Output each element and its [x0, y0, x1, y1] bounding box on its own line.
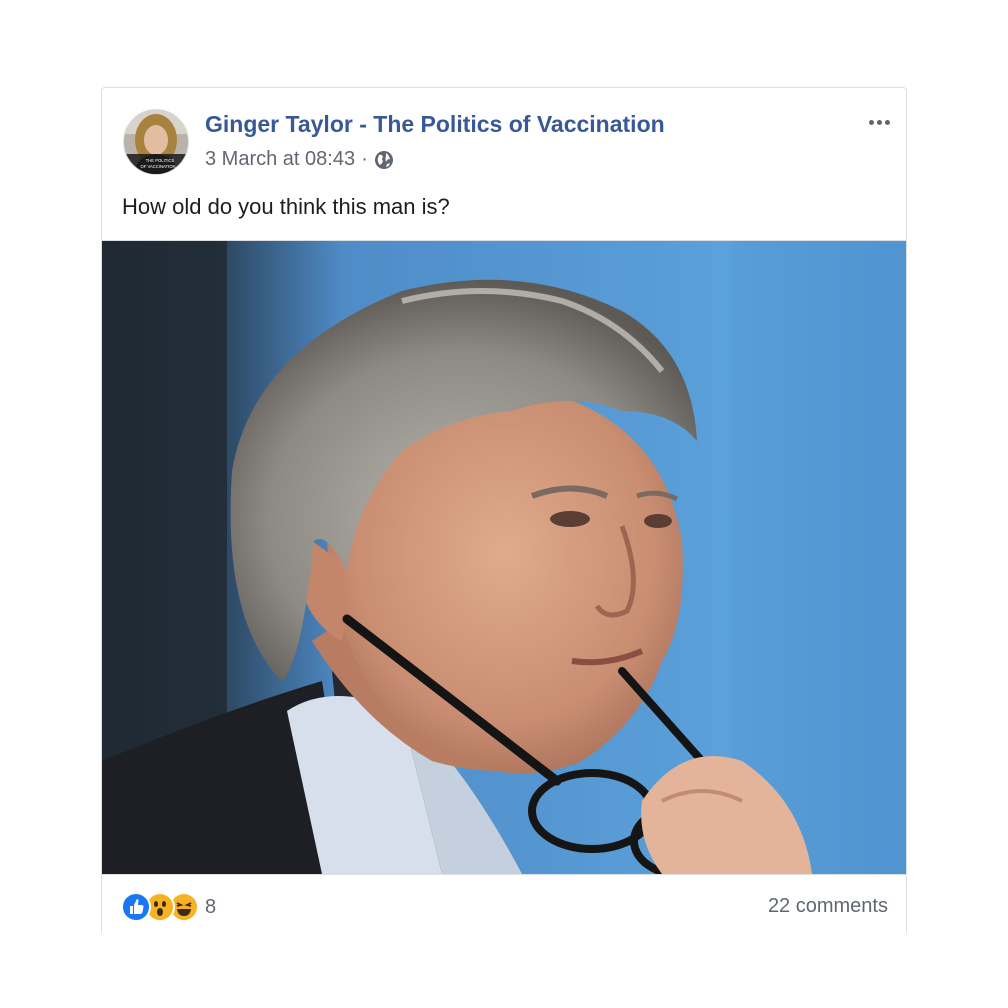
- portrait-photo[interactable]: [102, 240, 906, 875]
- post-meta: 3 March at 08:43 ·: [205, 148, 394, 171]
- post-footer: 8 22 comments: [102, 875, 906, 933]
- post-card: THE POLITICS OF VACCINATION Ginger Taylo…: [101, 87, 907, 933]
- meta-separator: ·: [361, 148, 368, 170]
- page-avatar[interactable]: THE POLITICS OF VACCINATION: [123, 109, 189, 175]
- reactions-summary[interactable]: 8: [121, 891, 216, 923]
- avatar-caption-line-1: THE POLITICS: [146, 158, 175, 163]
- more-options-icon[interactable]: [862, 110, 896, 134]
- photo-illustration: [102, 241, 906, 874]
- page-name-link[interactable]: Ginger Taylor - The Politics of Vaccinat…: [205, 111, 665, 138]
- like-reaction-icon: [121, 892, 151, 922]
- avatar-caption-line-2: OF VACCINATION: [141, 164, 176, 169]
- globe-icon[interactable]: [374, 150, 394, 170]
- post-timestamp[interactable]: 3 March at 08:43: [205, 148, 355, 171]
- avatar-image: THE POLITICS OF VACCINATION: [124, 110, 188, 174]
- post-text: How old do you think this man is?: [122, 194, 450, 219]
- comments-count-link[interactable]: 22 comments: [768, 895, 888, 918]
- reaction-count: 8: [205, 895, 217, 918]
